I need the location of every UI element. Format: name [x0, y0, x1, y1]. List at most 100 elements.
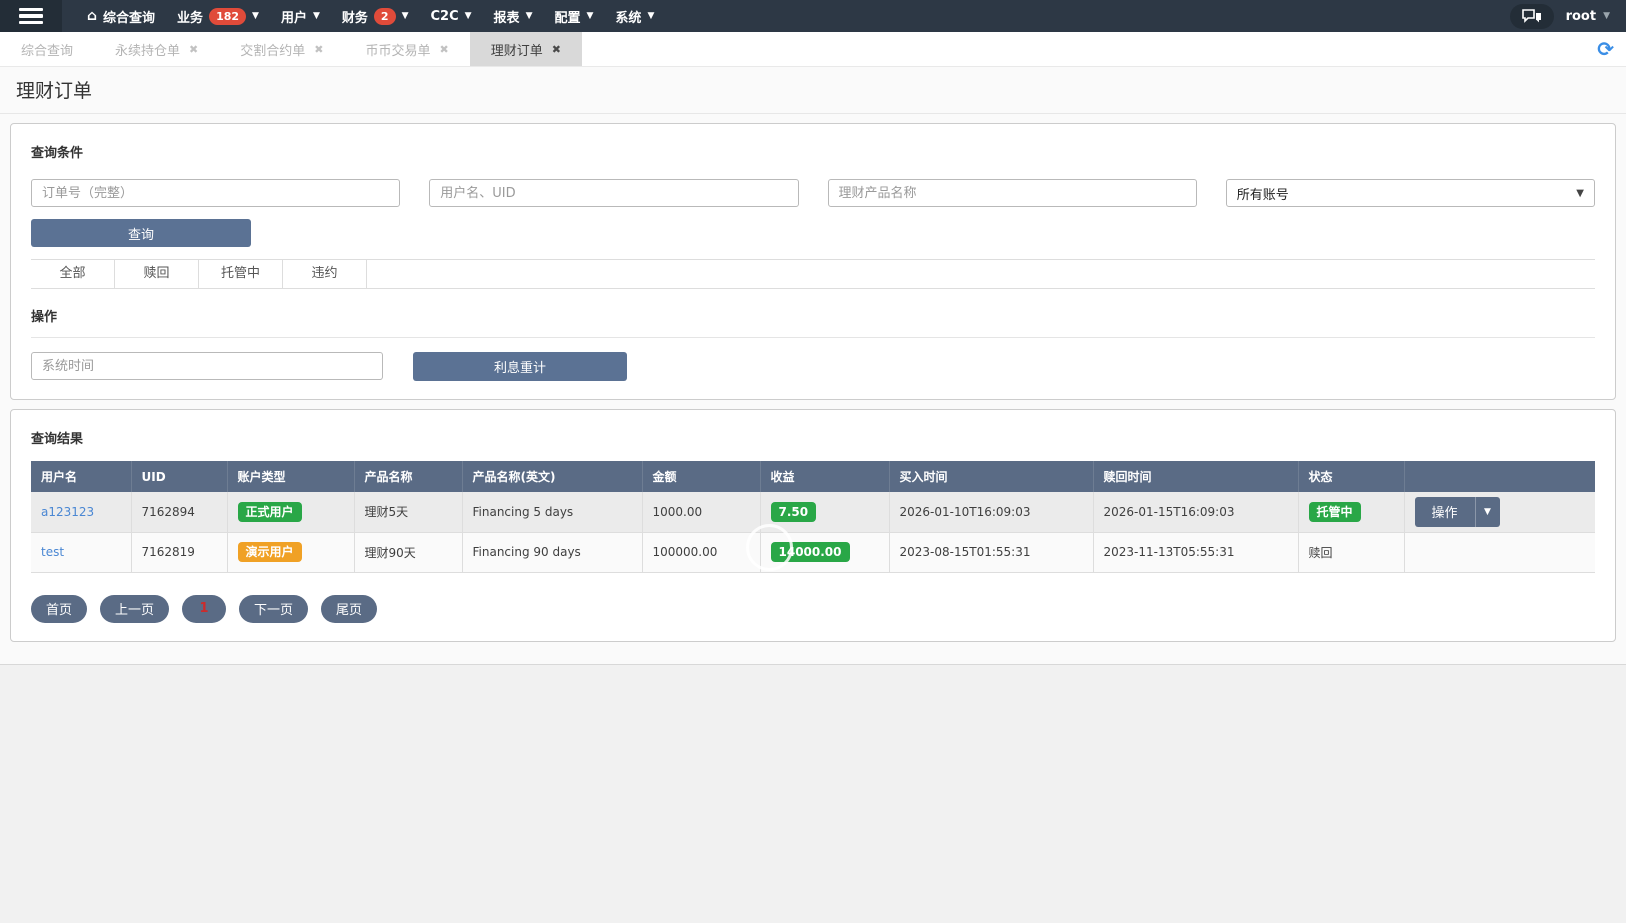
pagination-next-button[interactable]: 下一页 — [239, 595, 308, 623]
query-conditions-panel: 查询条件 所有账号 ▼ 查询 全部 赎回 托管中 违约 操作 利息重计 — [10, 123, 1616, 400]
pagination-last-button[interactable]: 尾页 — [321, 595, 377, 623]
status-filter-tabs: 全部 赎回 托管中 违约 — [31, 259, 1595, 289]
menu-item-reports[interactable]: 报表 ▼ — [483, 0, 544, 32]
query-conditions-heading: 查询条件 — [31, 142, 1595, 161]
order-id-input[interactable] — [31, 179, 400, 207]
filter-in-custody[interactable]: 托管中 — [199, 260, 283, 288]
menu-label: 用户 — [281, 7, 307, 26]
row-action-split-button[interactable]: 操作 ▼ — [1415, 497, 1500, 527]
close-icon[interactable]: ✖ — [189, 43, 198, 56]
interest-recalc-button[interactable]: 利息重计 — [413, 352, 627, 381]
tab-label: 综合查询 — [21, 40, 73, 59]
account-select-value: 所有账号 — [1237, 184, 1289, 203]
page-header: 理财订单 — [0, 67, 1626, 114]
username-link[interactable]: a123123 — [41, 505, 94, 519]
tab-label: 交割合约单 — [240, 40, 305, 59]
chevron-down-icon: ▼ — [647, 11, 654, 21]
tab-spot-trades[interactable]: 币币交易单 ✖ — [344, 32, 469, 66]
product-name-input[interactable] — [828, 179, 1197, 207]
uid-cell: 7162819 — [131, 532, 227, 572]
chevron-down-icon: ▼ — [465, 11, 472, 21]
close-icon[interactable]: ✖ — [440, 43, 449, 56]
chevron-down-icon: ▼ — [313, 11, 320, 21]
menu-item-finance[interactable]: 财务 2 ▼ — [331, 0, 420, 32]
query-form-row: 所有账号 ▼ — [31, 179, 1595, 207]
search-button[interactable]: 查询 — [31, 219, 251, 247]
results-table: 用户名 UID 账户类型 产品名称 产品名称(英文) 金额 收益 买入时间 赎回… — [31, 461, 1595, 573]
filter-all[interactable]: 全部 — [31, 260, 115, 288]
username-link[interactable]: test — [41, 545, 64, 559]
pagination-prev-button[interactable]: 上一页 — [100, 595, 169, 623]
navbar-right: root ▼ — [1510, 0, 1626, 32]
menu-item-overview[interactable]: ⌂ 综合查询 — [76, 0, 166, 32]
col-product-name-en: 产品名称(英文) — [462, 461, 642, 492]
col-actions — [1404, 461, 1595, 492]
chevron-down-icon: ▼ — [1603, 11, 1610, 21]
redeem-time-cell: 2026-01-15T16:09:03 — [1093, 492, 1298, 532]
system-time-input[interactable] — [31, 352, 383, 380]
col-amount: 金额 — [642, 461, 760, 492]
chevron-down-icon: ▼ — [1576, 188, 1584, 199]
status-badge: 托管中 — [1309, 502, 1361, 522]
tab-financing-orders[interactable]: 理财订单 ✖ — [470, 32, 582, 66]
pagination: 首页 上一页 1 下一页 尾页 — [31, 595, 1595, 623]
query-results-panel: 查询结果 用户名 UID 账户类型 产品名称 产品名称(英文) 金额 收益 买入… — [10, 409, 1616, 642]
hamburger-bar — [19, 14, 43, 18]
refresh-icon[interactable]: ⟳ — [1597, 36, 1614, 62]
buy-time-cell: 2023-08-15T01:55:31 — [889, 532, 1093, 572]
col-product-name: 产品名称 — [354, 461, 462, 492]
product-en-cell: Financing 5 days — [462, 492, 642, 532]
top-navbar: ⌂ 综合查询 业务 182 ▼ 用户 ▼ 财务 2 ▼ C2C ▼ 报表 ▼ 配… — [0, 0, 1626, 32]
chevron-down-icon[interactable]: ▼ — [1476, 497, 1500, 527]
close-icon[interactable]: ✖ — [552, 43, 561, 56]
user-uid-input[interactable] — [429, 179, 798, 207]
menu-label: C2C — [430, 9, 458, 24]
menu-item-users[interactable]: 用户 ▼ — [270, 0, 331, 32]
menu-item-system[interactable]: 系统 ▼ — [604, 0, 665, 32]
business-count-badge: 182 — [209, 8, 246, 25]
menu-label: 配置 — [554, 7, 580, 26]
filter-redeemed[interactable]: 赎回 — [115, 260, 199, 288]
row-action-button[interactable]: 操作 — [1415, 497, 1476, 527]
chevron-down-icon: ▼ — [526, 11, 533, 21]
open-tabs-bar: 综合查询 永续持仓单 ✖ 交割合约单 ✖ 币币交易单 ✖ 理财订单 ✖ ⟳ — [0, 32, 1626, 67]
col-buy-time: 买入时间 — [889, 461, 1093, 492]
col-status: 状态 — [1298, 461, 1404, 492]
close-icon[interactable]: ✖ — [314, 43, 323, 56]
hamburger-menu-icon[interactable] — [0, 0, 62, 32]
menu-label: 系统 — [615, 7, 641, 26]
menu-item-c2c[interactable]: C2C ▼ — [419, 0, 482, 32]
filter-default[interactable]: 违约 — [283, 260, 367, 288]
tab-perpetual-positions[interactable]: 永续持仓单 ✖ — [94, 32, 219, 66]
menu-label: 业务 — [177, 7, 203, 26]
user-menu[interactable]: root ▼ — [1566, 9, 1610, 24]
home-icon: ⌂ — [87, 9, 97, 23]
chevron-down-icon: ▼ — [252, 11, 259, 21]
product-cell: 理财90天 — [354, 532, 462, 572]
tab-label: 币币交易单 — [365, 40, 430, 59]
account-type-select[interactable]: 所有账号 ▼ — [1226, 179, 1595, 207]
account-type-badge: 正式用户 — [238, 502, 302, 522]
pagination-first-button[interactable]: 首页 — [31, 595, 87, 623]
chevron-down-icon: ▼ — [587, 11, 594, 21]
table-header-row: 用户名 UID 账户类型 产品名称 产品名称(英文) 金额 收益 买入时间 赎回… — [31, 461, 1595, 492]
query-results-heading: 查询结果 — [31, 428, 1595, 447]
hamburger-bar — [19, 8, 43, 12]
profit-badge: 14000.00 — [771, 542, 850, 562]
amount-cell: 100000.00 — [642, 532, 760, 572]
menu-label: 财务 — [342, 7, 368, 26]
account-type-badge: 演示用户 — [238, 542, 302, 562]
col-profit: 收益 — [760, 461, 889, 492]
menu-item-config[interactable]: 配置 ▼ — [543, 0, 604, 32]
table-row: a123123 7162894 正式用户 理财5天 Financing 5 da… — [31, 492, 1595, 532]
col-uid: UID — [131, 461, 227, 492]
tab-overview[interactable]: 综合查询 — [0, 32, 94, 66]
operation-heading: 操作 — [31, 306, 1595, 325]
tab-delivery-contracts[interactable]: 交割合约单 ✖ — [219, 32, 344, 66]
table-row: test 7162819 演示用户 理财90天 Financing 90 day… — [31, 532, 1595, 572]
pagination-current-page[interactable]: 1 — [182, 595, 226, 623]
operation-divider — [31, 337, 1595, 338]
messages-button[interactable] — [1510, 4, 1554, 29]
menu-item-business[interactable]: 业务 182 ▼ — [166, 0, 270, 32]
chevron-down-icon: ▼ — [402, 11, 409, 21]
